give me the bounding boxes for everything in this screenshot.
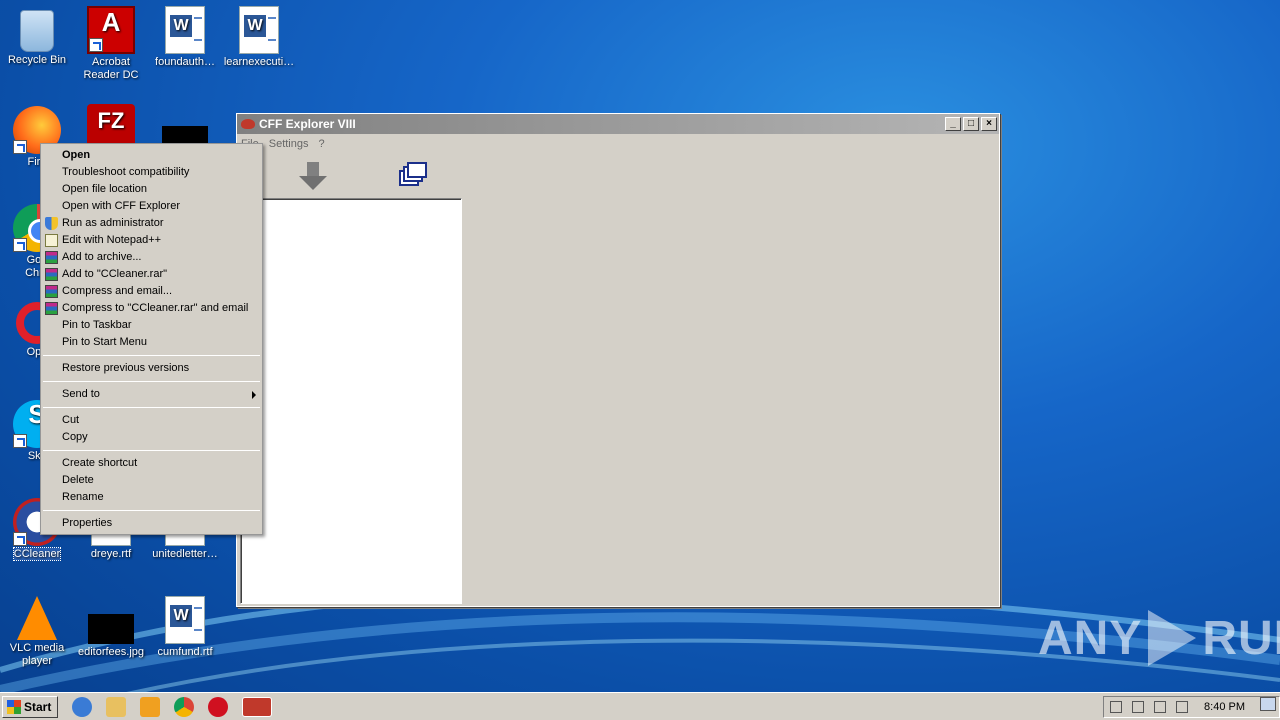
vlc-icon — [17, 596, 57, 640]
uac-shield-icon — [45, 217, 58, 230]
menu-separator — [43, 355, 260, 356]
shortcut-arrow-icon — [13, 140, 27, 154]
menu-item-restore[interactable]: Restore previous versions — [41, 360, 262, 377]
recycle-bin-icon — [20, 10, 54, 52]
chrome-icon[interactable] — [174, 696, 195, 717]
cff-explorer-window[interactable]: CFF Explorer VIII _ □ × File Settings ? — [236, 113, 1000, 607]
menu-item-run-admin[interactable]: Run as administrator — [41, 215, 262, 232]
winrar-icon — [45, 251, 58, 264]
menu-item-troubleshoot[interactable]: Troubleshoot compatibility — [41, 164, 262, 181]
clock[interactable]: 8:40 PM — [1204, 701, 1245, 713]
menu-item-pin-start[interactable]: Pin to Start Menu — [41, 334, 262, 351]
shortcut-arrow-icon — [13, 434, 27, 448]
menu-item-compress-rar-email[interactable]: Compress to "CCleaner.rar" and email — [41, 300, 262, 317]
context-menu: Open Troubleshoot compatibility Open fil… — [40, 143, 263, 535]
taskbar: Start 8:40 PM — [0, 692, 1280, 720]
menu-item-pin-taskbar[interactable]: Pin to Taskbar — [41, 317, 262, 334]
tray-expand-icon[interactable] — [1110, 700, 1123, 713]
action-center-flag-icon[interactable] — [1176, 700, 1189, 713]
system-tray: 8:40 PM — [1103, 695, 1280, 718]
menu-item-delete[interactable]: Delete — [41, 472, 262, 489]
menu-separator — [43, 510, 260, 511]
desktop-icon-acrobat[interactable]: Acrobat Reader DC — [74, 6, 148, 82]
desktop-icon-vlc[interactable]: VLC media player — [0, 596, 74, 668]
start-button[interactable]: Start — [2, 695, 59, 718]
close-button[interactable]: × — [981, 117, 997, 131]
menu-separator — [43, 381, 260, 382]
desktop-icon-cumfund[interactable]: cumfund.rtf — [148, 596, 222, 659]
speaker-icon[interactable] — [1132, 700, 1145, 713]
menu-item-create-shortcut[interactable]: Create shortcut — [41, 455, 262, 472]
menu-item-properties[interactable]: Properties — [41, 515, 262, 532]
menu-help[interactable]: ? — [318, 138, 324, 150]
winrar-icon — [45, 285, 58, 298]
shortcut-arrow-icon — [89, 38, 103, 52]
windows-flag-icon — [7, 699, 21, 714]
acrobat-icon — [87, 6, 135, 54]
opera-icon[interactable] — [208, 696, 229, 717]
menu-separator — [43, 450, 260, 451]
winrar-icon — [45, 302, 58, 315]
shortcut-arrow-icon — [13, 238, 27, 252]
window-titlebar[interactable]: CFF Explorer VIII _ □ × — [237, 114, 999, 134]
menu-settings[interactable]: Settings — [269, 138, 309, 150]
anyrun-watermark: ANY RUN — [1038, 610, 1280, 666]
winrar-icon — [45, 268, 58, 281]
menu-item-edit-notepadpp[interactable]: Edit with Notepad++ — [41, 232, 262, 249]
menu-item-copy[interactable]: Copy — [41, 429, 262, 446]
menubar: File Settings ? — [237, 134, 999, 154]
media-player-icon[interactable] — [140, 696, 161, 717]
show-desktop-icon[interactable] — [1260, 697, 1276, 711]
word-document-icon — [165, 596, 205, 644]
menu-separator — [43, 407, 260, 408]
word-document-icon — [239, 6, 279, 54]
desktop-icon-editorfees[interactable]: editorfees.jpg — [74, 604, 148, 659]
play-logo-icon — [1148, 610, 1197, 666]
windows-stack-icon[interactable] — [399, 162, 427, 190]
menu-item-add-archive[interactable]: Add to archive... — [41, 249, 262, 266]
menu-item-rename[interactable]: Rename — [41, 489, 262, 506]
explorer-folder-icon[interactable] — [106, 696, 127, 717]
word-document-icon — [165, 6, 205, 54]
desktop-icon-foundauth[interactable]: foundauth… — [148, 6, 222, 69]
black-image-thumbnail-icon — [88, 614, 134, 644]
ie-icon[interactable] — [72, 696, 93, 717]
menu-item-compress-email[interactable]: Compress and email... — [41, 283, 262, 300]
menu-item-open-location[interactable]: Open file location — [41, 181, 262, 198]
submenu-arrow-icon — [252, 391, 256, 399]
network-icon[interactable] — [1154, 700, 1167, 713]
cff-app-icon — [241, 119, 255, 129]
window-title: CFF Explorer VIII — [259, 117, 356, 131]
cff-explorer-taskbar-icon[interactable] — [242, 696, 273, 717]
desktop-icon-learnexec[interactable]: learnexecuti… — [222, 6, 296, 69]
menu-item-open[interactable]: Open — [41, 147, 262, 164]
download-arrow-icon[interactable] — [299, 162, 327, 190]
desktop-icon-recycle-bin[interactable]: Recycle Bin — [0, 6, 74, 67]
notepadpp-icon — [45, 234, 58, 247]
menu-item-open-cff[interactable]: Open with CFF Explorer — [41, 198, 262, 215]
maximize-button[interactable]: □ — [963, 117, 979, 131]
menu-item-add-rar[interactable]: Add to "CCleaner.rar" — [41, 266, 262, 283]
menu-item-cut[interactable]: Cut — [41, 412, 262, 429]
shortcut-arrow-icon — [13, 532, 27, 546]
minimize-button[interactable]: _ — [945, 117, 961, 131]
file-tree-panel[interactable] — [240, 198, 462, 604]
menu-item-send-to[interactable]: Send to — [41, 386, 262, 403]
toolbar — [237, 154, 999, 194]
